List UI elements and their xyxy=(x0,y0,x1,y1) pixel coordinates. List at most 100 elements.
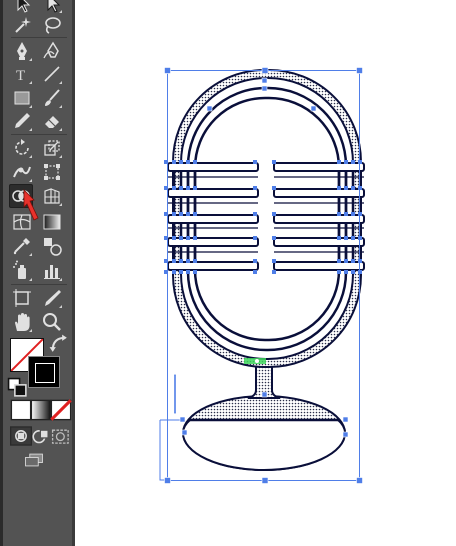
anchor-point[interactable] xyxy=(344,160,348,164)
gradient-tool-icon[interactable] xyxy=(41,211,63,233)
artboard-canvas[interactable] xyxy=(76,0,456,546)
magic-wand-tool-icon[interactable] xyxy=(11,14,33,36)
anchor-point[interactable] xyxy=(193,186,197,190)
anchor-point[interactable] xyxy=(272,186,276,190)
anchor-point[interactable] xyxy=(164,212,168,216)
anchor-point[interactable] xyxy=(172,212,176,216)
paintbrush-tool-icon[interactable] xyxy=(41,87,63,109)
zoom-tool-icon[interactable] xyxy=(41,311,63,333)
anchor-point[interactable] xyxy=(186,212,190,216)
anchor-point[interactable] xyxy=(358,270,362,274)
anchor-point[interactable] xyxy=(179,236,183,240)
none-mode-icon[interactable] xyxy=(50,399,72,421)
anchor-point[interactable] xyxy=(253,270,257,274)
anchor-point[interactable] xyxy=(193,270,197,274)
width-tool-icon[interactable] xyxy=(11,161,33,183)
perspective-grid-tool-icon[interactable] xyxy=(41,185,63,207)
selection-tool-icon[interactable] xyxy=(11,0,33,14)
anchor-point[interactable] xyxy=(172,236,176,240)
anchor-point[interactable] xyxy=(272,259,276,263)
anchor-point[interactable] xyxy=(351,212,355,216)
anchor-point[interactable] xyxy=(358,186,362,190)
anchor-point[interactable] xyxy=(358,160,362,164)
anchor-point[interactable] xyxy=(253,186,257,190)
blend-tool-icon[interactable] xyxy=(41,235,63,257)
anchor-point[interactable] xyxy=(172,186,176,190)
anchor-point[interactable] xyxy=(344,212,348,216)
anchor-point[interactable] xyxy=(337,160,341,164)
slice-tool-icon[interactable] xyxy=(41,287,63,309)
rectangle-tool-icon[interactable] xyxy=(11,87,33,109)
anchor-point[interactable] xyxy=(337,186,341,190)
free-transform-tool-icon[interactable] xyxy=(41,161,63,183)
anchor-point[interactable] xyxy=(344,259,348,263)
anchor-point[interactable] xyxy=(272,270,276,274)
anchor-point[interactable] xyxy=(253,236,257,240)
anchor-point[interactable] xyxy=(172,259,176,263)
anchor-point[interactable] xyxy=(179,270,183,274)
symbol-sprayer-tool-icon[interactable] xyxy=(11,260,33,282)
swap-fill-stroke-icon[interactable] xyxy=(48,333,67,352)
artboard-tool-icon[interactable] xyxy=(11,287,33,309)
type-tool-icon[interactable]: T xyxy=(11,63,33,85)
anchor-point[interactable] xyxy=(351,236,355,240)
anchor-point[interactable] xyxy=(179,160,183,164)
anchor-point[interactable] xyxy=(253,259,257,263)
anchor-point[interactable] xyxy=(179,259,183,263)
eyedropper-tool-icon[interactable] xyxy=(11,235,33,257)
anchor-point[interactable] xyxy=(272,236,276,240)
anchor-point[interactable] xyxy=(193,160,197,164)
anchor-point[interactable] xyxy=(358,236,362,240)
anchor-point[interactable] xyxy=(193,212,197,216)
eraser-tool-icon[interactable] xyxy=(41,110,63,132)
gradient-mode-icon[interactable] xyxy=(30,399,52,421)
stroke-swatch[interactable] xyxy=(28,356,60,388)
anchor-point[interactable] xyxy=(164,259,168,263)
anchor-point[interactable] xyxy=(186,160,190,164)
anchor-point[interactable] xyxy=(272,212,276,216)
anchor-point[interactable] xyxy=(351,160,355,164)
anchor-point[interactable] xyxy=(337,212,341,216)
column-graph-tool-icon[interactable] xyxy=(41,260,63,282)
color-mode-icon[interactable] xyxy=(10,399,32,421)
rotate-tool-icon[interactable] xyxy=(11,137,33,159)
lasso-tool-icon[interactable] xyxy=(41,14,63,36)
anchor-point[interactable] xyxy=(186,270,190,274)
direct-selection-tool-icon[interactable] xyxy=(41,0,63,14)
anchor-point[interactable] xyxy=(172,270,176,274)
anchor-point[interactable] xyxy=(351,259,355,263)
anchor-point[interactable] xyxy=(253,212,257,216)
anchor-point[interactable] xyxy=(179,212,183,216)
anchor-point[interactable] xyxy=(351,270,355,274)
anchor-point[interactable] xyxy=(164,270,168,274)
curvature-tool-icon[interactable] xyxy=(41,40,63,62)
draw-normal-icon[interactable] xyxy=(10,425,32,446)
scale-tool-icon[interactable] xyxy=(41,137,63,159)
anchor-point[interactable] xyxy=(193,259,197,263)
anchor-point[interactable] xyxy=(179,186,183,190)
anchor-point[interactable] xyxy=(344,270,348,274)
anchor-point[interactable] xyxy=(337,236,341,240)
anchor-point[interactable] xyxy=(253,160,257,164)
anchor-point[interactable] xyxy=(272,160,276,164)
anchor-point[interactable] xyxy=(337,259,341,263)
microphone-artwork[interactable] xyxy=(167,69,365,471)
anchor-point[interactable] xyxy=(337,270,341,274)
anchor-point[interactable] xyxy=(186,236,190,240)
anchor-point[interactable] xyxy=(358,212,362,216)
anchor-point[interactable] xyxy=(193,236,197,240)
anchor-point[interactable] xyxy=(186,186,190,190)
anchor-point[interactable] xyxy=(351,186,355,190)
pen-tool-icon[interactable] xyxy=(11,40,33,62)
hand-tool-icon[interactable] xyxy=(11,311,33,333)
draw-inside-icon[interactable] xyxy=(50,425,69,444)
anchor-point[interactable] xyxy=(344,236,348,240)
anchor-point[interactable] xyxy=(344,186,348,190)
pencil-tool-icon[interactable] xyxy=(11,110,33,132)
anchor-point[interactable] xyxy=(164,160,168,164)
default-fill-stroke-icon[interactable] xyxy=(7,377,27,397)
anchor-point[interactable] xyxy=(164,186,168,190)
screen-mode-icon[interactable] xyxy=(23,449,49,467)
draw-behind-icon[interactable] xyxy=(30,425,49,444)
anchor-point[interactable] xyxy=(172,160,176,164)
